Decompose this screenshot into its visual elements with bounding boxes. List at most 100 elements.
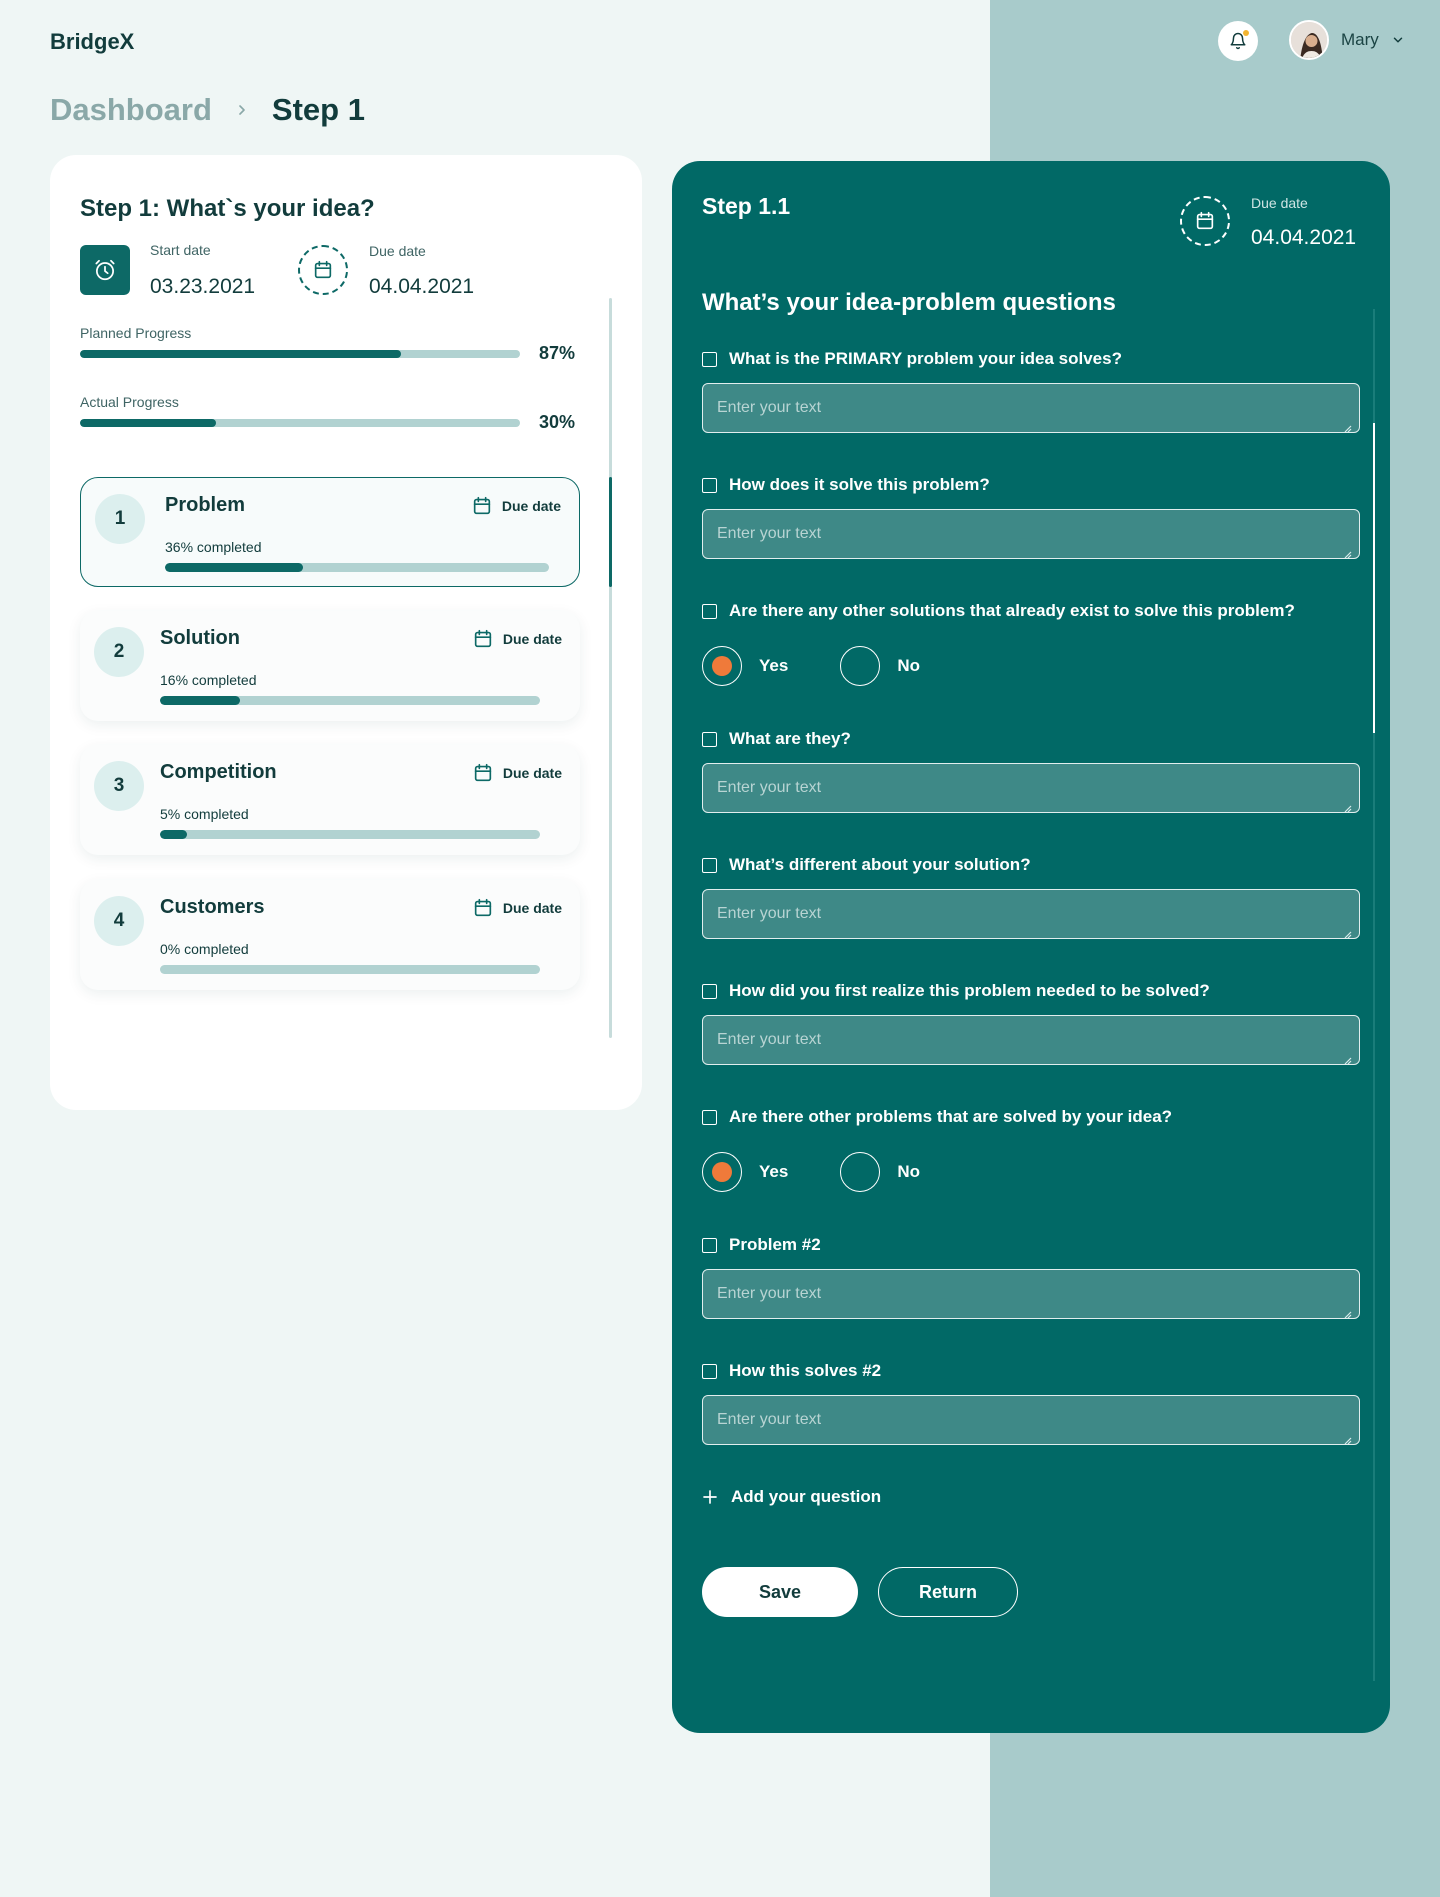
left-scrollbar-thumb[interactable]: [609, 477, 612, 587]
step-completed-text: 36% completed: [165, 539, 262, 555]
actual-progress-percent: 30%: [539, 412, 576, 432]
step-title: Step 1: What`s your idea?: [80, 195, 375, 222]
breadcrumb-dashboard[interactable]: Dashboard: [50, 92, 212, 128]
resize-handle-icon[interactable]: [1342, 1055, 1352, 1065]
question-checkbox[interactable]: [702, 1109, 717, 1125]
brand-logo: BridgeX: [50, 29, 135, 54]
step-item-customers[interactable]: 4 Customers 0% completed Due date: [80, 880, 580, 990]
step-due-date[interactable]: Due date: [472, 762, 562, 784]
step-item-competition[interactable]: 3 Competition 5% completed Due date: [80, 745, 580, 855]
resize-handle-icon[interactable]: [1342, 549, 1352, 559]
save-button[interactable]: Save: [702, 1567, 858, 1617]
question-text: What are they?: [729, 729, 851, 748]
calendar-icon: [474, 898, 492, 917]
question-checkbox[interactable]: [702, 857, 717, 873]
step-completed-text: 5% completed: [160, 806, 249, 822]
radio-label: No: [897, 656, 920, 675]
step-number: 4: [94, 896, 144, 946]
question-8: Problem #2: [702, 1235, 821, 1255]
radio-circle[interactable]: [702, 1152, 742, 1192]
radio-selected-dot: [712, 656, 732, 676]
question-text: How this solves #2: [729, 1361, 882, 1380]
question-checkbox[interactable]: [702, 351, 717, 367]
question-8-input[interactable]: [702, 1269, 1360, 1319]
questions-panel: Step 1.1 Due date 04.04.2021 What’s your…: [672, 161, 1390, 1733]
calendar-icon: [1196, 211, 1214, 230]
panel-scrollbar-thumb[interactable]: [1373, 423, 1375, 733]
resize-handle-icon[interactable]: [1342, 803, 1352, 813]
question-2-input[interactable]: [702, 509, 1360, 559]
return-button[interactable]: Return: [878, 1567, 1018, 1617]
panel-title: Step 1.1: [702, 193, 791, 219]
user-menu[interactable]: Mary: [1289, 20, 1405, 60]
question-3: Are there any other solutions that alrea…: [702, 601, 1295, 621]
radio-yes[interactable]: Yes: [702, 646, 788, 686]
chevron-down-icon: [1393, 37, 1403, 43]
panel-due-date-label: Due date: [1251, 195, 1308, 211]
step-due-date[interactable]: Due date: [472, 897, 562, 919]
add-question-label: Add your question: [731, 1487, 882, 1506]
step-progress-fill: [165, 563, 304, 572]
notification-dot: [1243, 30, 1249, 36]
radio-circle[interactable]: [840, 646, 881, 686]
breadcrumb: Dashboard Step 1: [50, 92, 365, 128]
question-checkbox[interactable]: [702, 983, 717, 999]
actual-progress-label: Actual Progress: [80, 394, 179, 410]
question-text: How does it solve this problem?: [729, 475, 990, 494]
actual-progress-bar: [80, 419, 520, 427]
step-progress-bar: [160, 696, 540, 705]
step-due-date[interactable]: Due date: [472, 628, 562, 650]
question-6-input[interactable]: [702, 1015, 1360, 1065]
question-5-input[interactable]: [702, 889, 1360, 939]
step-completed-text: 0% completed: [160, 941, 249, 957]
step-number: 2: [94, 627, 144, 677]
resize-handle-icon[interactable]: [1342, 423, 1352, 433]
question-text: Are there any other solutions that alrea…: [729, 601, 1295, 620]
step-number: 1: [95, 494, 145, 544]
radio-yes[interactable]: Yes: [702, 1152, 788, 1192]
question-checkbox[interactable]: [702, 477, 717, 493]
step-name: Solution: [160, 627, 240, 649]
question-7: Are there other problems that are solved…: [702, 1107, 1172, 1127]
left-scrollbar[interactable]: [609, 298, 612, 1038]
notification-button[interactable]: [1218, 21, 1258, 61]
radio-no[interactable]: No: [840, 646, 920, 686]
step-progress-bar: [160, 965, 540, 974]
step-progress-fill: [160, 830, 187, 839]
question-4-input[interactable]: [702, 763, 1360, 813]
step-due-label: Due date: [502, 631, 562, 647]
step-name: Competition: [160, 761, 277, 783]
question-1-input[interactable]: [702, 383, 1360, 433]
question-1: What is the PRIMARY problem your idea so…: [702, 349, 1122, 369]
question-text: Problem #2: [729, 1235, 821, 1254]
resize-handle-icon[interactable]: [1342, 929, 1352, 939]
question-checkbox[interactable]: [702, 603, 717, 619]
plus-icon: [703, 1490, 717, 1504]
start-date-icon-box: [80, 245, 130, 295]
question-text: How did you first realize this problem n…: [729, 981, 1210, 1000]
calendar-icon: [474, 763, 492, 782]
question-7-radio-group: Yes No: [702, 1152, 972, 1192]
radio-no[interactable]: No: [840, 1152, 920, 1192]
planned-progress-percent: 87%: [539, 343, 576, 363]
add-question-button[interactable]: Add your question: [702, 1487, 881, 1507]
due-date-value: 04.04.2021: [369, 275, 475, 298]
question-checkbox[interactable]: [702, 1363, 717, 1379]
question-checkbox[interactable]: [702, 731, 717, 747]
step-due-date[interactable]: Due date: [471, 495, 561, 517]
question-9-input[interactable]: [702, 1395, 1360, 1445]
step-name: Customers: [160, 896, 265, 918]
step-item-problem[interactable]: 1 Problem 36% completed Due date: [80, 477, 580, 587]
radio-circle[interactable]: [840, 1152, 881, 1192]
radio-label: Yes: [759, 656, 789, 675]
radio-circle[interactable]: [702, 646, 742, 686]
step-due-label: Due date: [502, 900, 562, 916]
question-checkbox[interactable]: [702, 1237, 717, 1253]
step-due-label: Due date: [502, 765, 562, 781]
planned-progress-fill: [80, 350, 402, 358]
calendar-icon: [473, 496, 491, 515]
radio-label: Yes: [759, 1162, 789, 1181]
step-item-solution[interactable]: 2 Solution 16% completed Due date: [80, 611, 580, 721]
resize-handle-icon[interactable]: [1342, 1435, 1352, 1445]
resize-handle-icon[interactable]: [1342, 1309, 1352, 1319]
